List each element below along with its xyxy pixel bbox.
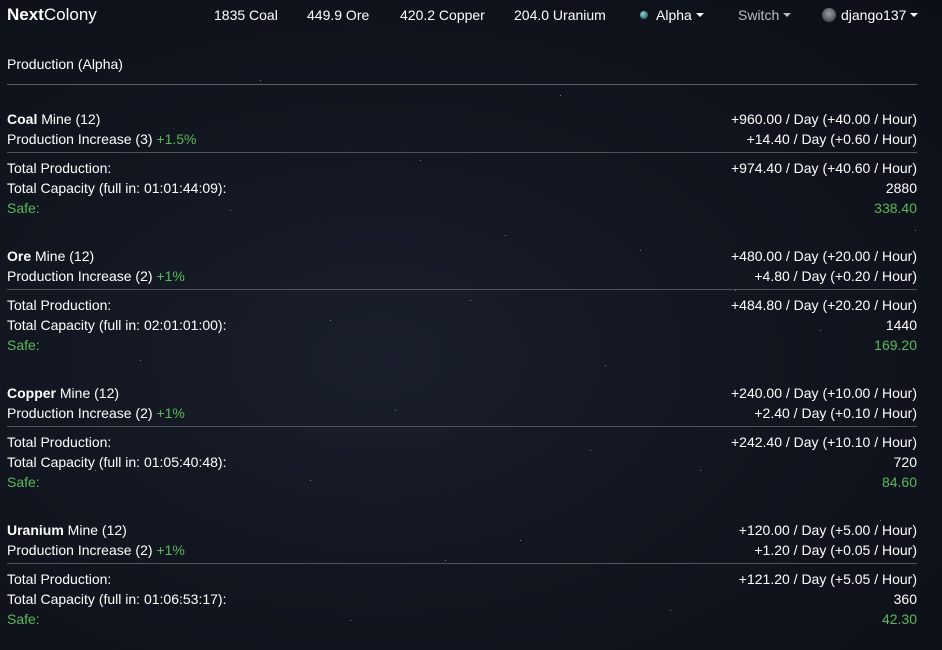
- planet-dropdown[interactable]: Alpha: [640, 7, 704, 23]
- safe-label: Safe:: [7, 337, 40, 353]
- increase-rate: +1.20 / Day (+0.05 / Hour): [754, 542, 917, 558]
- safe-value: 169.20: [874, 337, 917, 353]
- safe-row: Safe: 42.30: [7, 609, 917, 629]
- total-production-row: Total Production: +242.40 / Day (+10.10 …: [7, 432, 917, 452]
- total-production-rate: +121.20 / Day (+5.05 / Hour): [738, 571, 917, 587]
- planet-name: Alpha: [656, 7, 692, 23]
- safe-value: 42.30: [881, 611, 917, 627]
- coal-production-section: Coal Mine (12) +960.00 / Day (+40.00 / H…: [7, 109, 917, 218]
- total-production-row: Total Production: +484.80 / Day (+20.20 …: [7, 295, 917, 315]
- increase-label: Production Increase (3): [7, 131, 153, 147]
- caret-down-icon: [910, 13, 919, 18]
- production-increase-row: Production Increase (3) +1.5% +14.40 / D…: [7, 129, 917, 149]
- increase-rate: +14.40 / Day (+0.60 / Hour): [746, 131, 917, 147]
- total-production-label: Total Production:: [7, 160, 112, 176]
- total-production-label: Total Production:: [7, 297, 112, 313]
- total-production-label: Total Production:: [7, 434, 112, 450]
- mine-level: Mine (12): [56, 385, 120, 401]
- safe-label: Safe:: [7, 474, 40, 490]
- increase-rate: +4.80 / Day (+0.20 / Hour): [754, 268, 917, 284]
- safe-label: Safe:: [7, 200, 40, 216]
- resource-name: Uranium: [7, 522, 64, 538]
- production-increase-row: Production Increase (2) +1% +2.40 / Day …: [7, 403, 917, 423]
- increase-label: Production Increase (2): [7, 542, 153, 558]
- switch-dropdown[interactable]: Switch: [738, 7, 792, 23]
- brand-logo-link[interactable]: NextColony: [7, 5, 97, 25]
- total-production-rate: +484.80 / Day (+20.20 / Hour): [731, 297, 917, 313]
- mine-rate: +240.00 / Day (+10.00 / Hour): [731, 385, 917, 401]
- divider: [7, 563, 917, 564]
- mine-level: Mine (12): [31, 248, 95, 264]
- uranium-resource-count: 204.0 Uranium: [514, 7, 606, 23]
- total-capacity-label: Total Capacity (full in: 01:01:44:09):: [7, 180, 227, 196]
- total-capacity-value: 2880: [885, 180, 917, 196]
- mine-rate: +120.00 / Day (+5.00 / Hour): [738, 522, 917, 538]
- safe-row: Safe: 84.60: [7, 472, 917, 492]
- uranium-production-section: Uranium Mine (12) +120.00 / Day (+5.00 /…: [7, 520, 917, 629]
- increase-percent: +1%: [156, 542, 185, 558]
- total-capacity-row: Total Capacity (full in: 01:05:40:48): 7…: [7, 452, 917, 472]
- total-capacity-label: Total Capacity (full in: 01:06:53:17):: [7, 591, 227, 607]
- panel-title: Production (Alpha): [7, 56, 917, 85]
- total-production-label: Total Production:: [7, 571, 112, 587]
- production-increase-row: Production Increase (2) +1% +4.80 / Day …: [7, 266, 917, 286]
- mine-row: Ore Mine (12) +480.00 / Day (+20.00 / Ho…: [7, 246, 917, 266]
- mine-row: Copper Mine (12) +240.00 / Day (+10.00 /…: [7, 383, 917, 403]
- total-production-rate: +242.40 / Day (+10.10 / Hour): [731, 434, 917, 450]
- ore-resource-count: 449.9 Ore: [307, 7, 370, 23]
- increase-percent: +1%: [156, 405, 185, 421]
- planet-icon: [640, 11, 648, 20]
- safe-label: Safe:: [7, 611, 40, 627]
- top-navbar: NextColony 1835 Coal 449.9 Ore 420.2 Cop…: [0, 0, 942, 30]
- username: django137: [841, 7, 907, 23]
- total-capacity-value: 1440: [885, 317, 917, 333]
- total-capacity-row: Total Capacity (full in: 01:06:53:17): 3…: [7, 589, 917, 609]
- mine-level: Mine (12): [63, 522, 127, 538]
- switch-label: Switch: [738, 7, 780, 23]
- resource-name: Copper: [7, 385, 56, 401]
- total-capacity-label: Total Capacity (full in: 02:01:01:00):: [7, 317, 227, 333]
- total-production-rate: +974.40 / Day (+40.60 / Hour): [731, 160, 917, 176]
- increase-label: Production Increase (2): [7, 268, 153, 284]
- coal-resource-count: 1835 Coal: [214, 7, 278, 23]
- mine-rate: +960.00 / Day (+40.00 / Hour): [731, 111, 917, 127]
- user-avatar-icon: [822, 8, 836, 23]
- safe-row: Safe: 169.20: [7, 335, 917, 355]
- safe-row: Safe: 338.40: [7, 198, 917, 218]
- mine-row: Coal Mine (12) +960.00 / Day (+40.00 / H…: [7, 109, 917, 129]
- resource-name: Coal: [7, 111, 38, 127]
- total-capacity-value: 360: [893, 591, 917, 607]
- total-capacity-value: 720: [893, 454, 917, 470]
- caret-down-icon: [695, 13, 704, 18]
- mine-level: Mine (12): [37, 111, 101, 127]
- copper-production-section: Copper Mine (12) +240.00 / Day (+10.00 /…: [7, 383, 917, 492]
- production-increase-row: Production Increase (2) +1% +1.20 / Day …: [7, 540, 917, 560]
- total-production-row: Total Production: +121.20 / Day (+5.05 /…: [7, 569, 917, 589]
- increase-rate: +2.40 / Day (+0.10 / Hour): [754, 405, 917, 421]
- copper-resource-count: 420.2 Copper: [400, 7, 485, 23]
- total-capacity-row: Total Capacity (full in: 01:01:44:09): 2…: [7, 178, 917, 198]
- total-production-row: Total Production: +974.40 / Day (+40.60 …: [7, 158, 917, 178]
- brand-rest: Colony: [43, 5, 97, 24]
- mine-row: Uranium Mine (12) +120.00 / Day (+5.00 /…: [7, 520, 917, 540]
- safe-value: 338.40: [874, 200, 917, 216]
- divider: [7, 289, 917, 290]
- total-capacity-label: Total Capacity (full in: 01:05:40:48):: [7, 454, 227, 470]
- total-capacity-row: Total Capacity (full in: 02:01:01:00): 1…: [7, 315, 917, 335]
- increase-percent: +1%: [156, 268, 185, 284]
- production-panel: Production (Alpha) Coal Mine (12) +960.0…: [7, 56, 917, 627]
- divider: [7, 152, 917, 153]
- increase-percent: +1.5%: [156, 131, 197, 147]
- brand-bold: Next: [7, 5, 44, 24]
- divider: [7, 426, 917, 427]
- user-menu-dropdown[interactable]: django137: [822, 7, 919, 23]
- safe-value: 84.60: [881, 474, 917, 490]
- caret-down-icon: [783, 13, 792, 18]
- increase-label: Production Increase (2): [7, 405, 153, 421]
- ore-production-section: Ore Mine (12) +480.00 / Day (+20.00 / Ho…: [7, 246, 917, 355]
- mine-rate: +480.00 / Day (+20.00 / Hour): [731, 248, 917, 264]
- resource-name: Ore: [7, 248, 32, 264]
